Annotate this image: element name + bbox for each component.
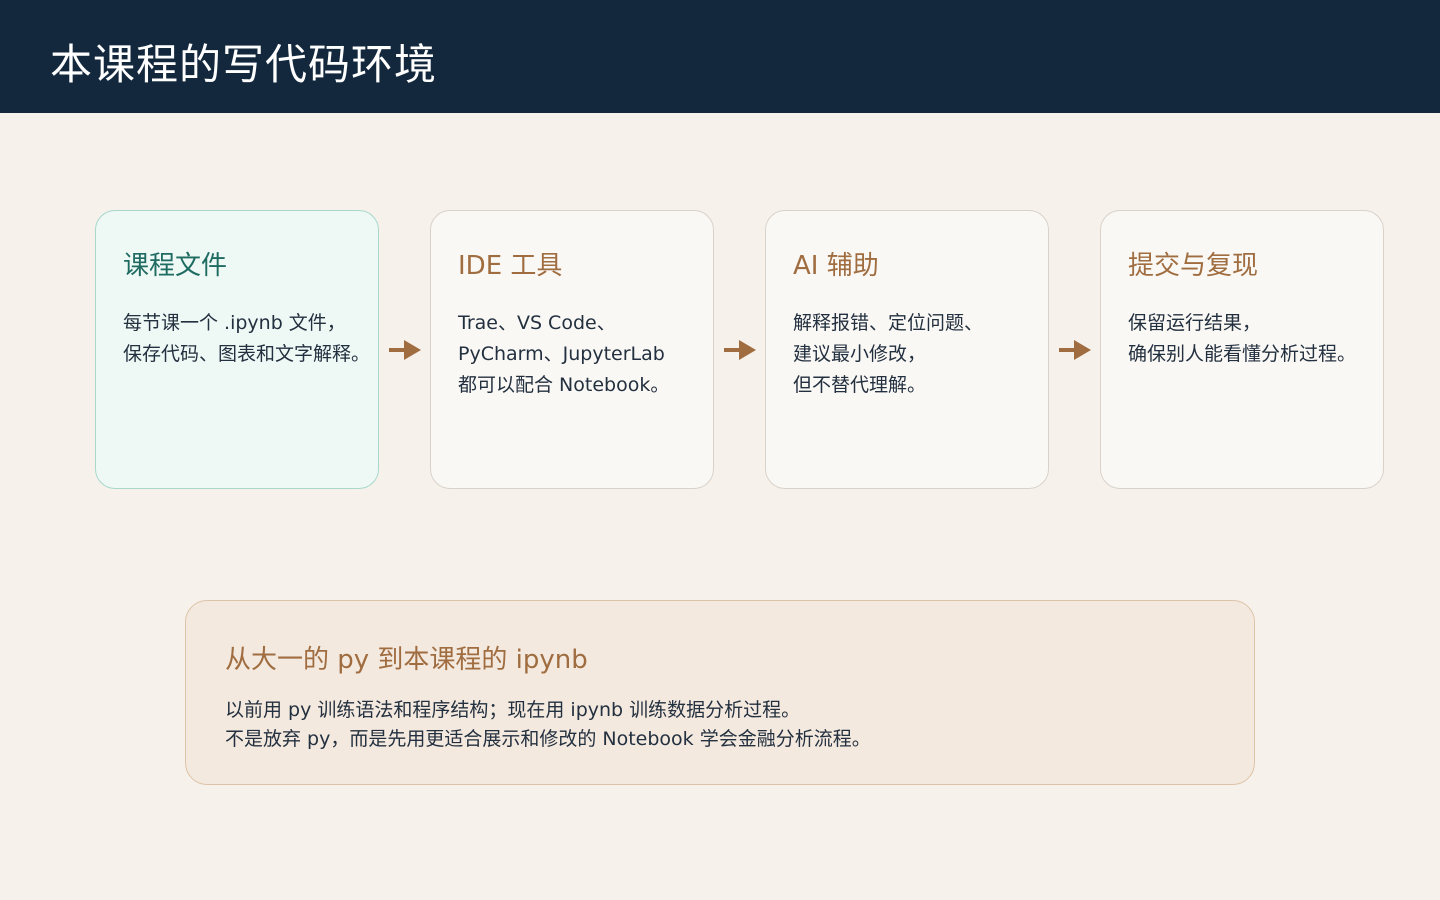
card-title: 提交与复现 <box>1128 251 1259 281</box>
card-line: PyCharm、JupyterLab <box>458 343 665 365</box>
card-line: 确保别人能看懂分析过程。 <box>1128 343 1357 365</box>
card-title: 课程文件 <box>123 251 228 281</box>
arrow-right-icon <box>389 340 421 360</box>
card-course-files: 课程文件 每节课一个 .ipynb 文件， 保存代码、图表和文字解释。 <box>95 210 379 489</box>
summary-box: 从大一的 py 到本课程的 ipynb 以前用 py 训练语法和程序结构；现在用… <box>185 600 1255 785</box>
card-ide-tools: IDE 工具 Trae、VS Code、 PyCharm、JupyterLab … <box>430 210 714 489</box>
arrow-right-icon <box>1059 340 1091 360</box>
arrow-right-icon <box>724 340 756 360</box>
card-title: AI 辅助 <box>793 251 879 281</box>
card-body: 解释报错、定位问题、 建议最小修改， 但不替代理解。 <box>793 308 983 401</box>
card-line: 保留运行结果， <box>1128 312 1262 334</box>
card-ai-assist: AI 辅助 解释报错、定位问题、 建议最小修改， 但不替代理解。 <box>765 210 1049 489</box>
card-line: Trae、VS Code、 <box>458 312 616 334</box>
page-title: 本课程的写代码环境 <box>50 40 438 89</box>
card-line: 保存代码、图表和文字解释。 <box>123 343 371 365</box>
card-line: 都可以配合 Notebook。 <box>458 374 670 396</box>
card-line: 建议最小修改， <box>793 343 927 365</box>
card-line: 每节课一个 .ipynb 文件， <box>123 312 346 334</box>
card-body: 保留运行结果， 确保别人能看懂分析过程。 <box>1128 308 1356 370</box>
card-submit-reproduce: 提交与复现 保留运行结果， 确保别人能看懂分析过程。 <box>1100 210 1384 489</box>
summary-title: 从大一的 py 到本课程的 ipynb <box>225 645 588 675</box>
card-line: 但不替代理解。 <box>793 374 927 396</box>
card-title: IDE 工具 <box>458 251 563 281</box>
card-line: 解释报错、定位问题、 <box>793 312 984 334</box>
card-body: Trae、VS Code、 PyCharm、JupyterLab 都可以配合 N… <box>458 308 669 401</box>
header-bar: 本课程的写代码环境 <box>0 0 1440 113</box>
summary-line: 不是放弃 py，而是先用更适合展示和修改的 Notebook 学会金融分析流程。 <box>225 728 871 750</box>
summary-body: 以前用 py 训练语法和程序结构；现在用 ipynb 训练数据分析过程。 不是放… <box>225 696 871 754</box>
summary-line: 以前用 py 训练语法和程序结构；现在用 ipynb 训练数据分析过程。 <box>225 699 801 721</box>
card-body: 每节课一个 .ipynb 文件， 保存代码、图表和文字解释。 <box>123 308 370 370</box>
